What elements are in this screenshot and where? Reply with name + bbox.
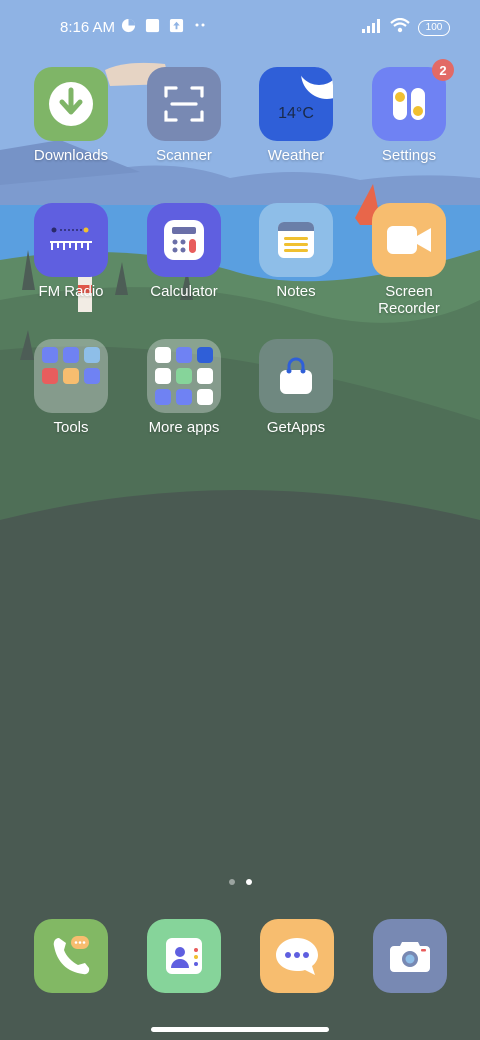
message-icon (276, 938, 318, 975)
scanner-icon (147, 67, 221, 141)
notification-badge: 2 (432, 59, 454, 81)
settings-icon: 2 (372, 59, 454, 141)
page-dot-active[interactable] (245, 879, 252, 885)
mini-app-icon (197, 347, 213, 363)
app-settings[interactable]: 2 Settings (354, 59, 464, 164)
camera-icon (390, 942, 430, 972)
page-indicator[interactable] (0, 879, 480, 885)
square-notification-icon (144, 17, 160, 33)
data-saver-icon (120, 17, 136, 33)
mini-app-icon (42, 347, 58, 363)
mini-app-icon (155, 389, 171, 405)
mini-app-icon (176, 368, 192, 384)
dock-camera[interactable] (373, 919, 447, 993)
app-label: Tools (53, 419, 89, 436)
app-getapps[interactable]: GetApps (241, 339, 351, 436)
app-label: Downloads (33, 147, 109, 164)
status-time: 8:16 AM (60, 19, 116, 36)
dock-messages[interactable] (260, 919, 334, 993)
upload-notification-icon (168, 17, 184, 33)
app-scanner[interactable]: Scanner (129, 67, 239, 164)
wifi-icon (390, 17, 410, 37)
app-screen-recorder[interactable]: Screen Recorder (354, 203, 464, 317)
mini-app-icon (197, 368, 213, 384)
folder-app-grid (42, 347, 100, 405)
app-label: More apps (148, 419, 220, 436)
more-notifications-icon (192, 17, 208, 33)
folder-app-grid (155, 347, 213, 405)
status-bar: 8:16 AM 100 (0, 0, 480, 56)
mini-app-icon (197, 389, 213, 405)
mini-app-icon (155, 347, 171, 363)
dock-contacts[interactable] (147, 919, 221, 993)
app-downloads[interactable]: Downloads (16, 67, 126, 164)
weather-icon: 14°C (259, 67, 333, 141)
mini-app-icon (84, 368, 100, 384)
system-status: 100 (362, 17, 450, 37)
app-label: Settings (381, 147, 437, 164)
folder-icon (34, 339, 108, 413)
mini-app-icon (176, 347, 192, 363)
folder-more-apps[interactable]: More apps (129, 339, 239, 436)
download-icon (34, 67, 108, 141)
app-label: GetApps (266, 419, 326, 436)
app-notes[interactable]: Notes (241, 203, 351, 300)
mini-app-icon (42, 368, 58, 384)
notes-icon (259, 203, 333, 277)
weather-temperature: 14°C (278, 105, 314, 122)
page-dot[interactable] (228, 879, 235, 885)
folder-tools[interactable]: Tools (16, 339, 126, 436)
battery-icon: 100 (418, 19, 450, 36)
radio-icon (34, 203, 108, 277)
app-label: Weather (267, 147, 325, 164)
shopping-bag-icon (259, 339, 333, 413)
home-gesture-bar[interactable] (151, 1027, 329, 1032)
app-fm-radio[interactable]: FM Radio (16, 203, 126, 300)
mini-app-icon (84, 347, 100, 363)
dock-phone[interactable] (34, 919, 108, 993)
app-label: Notes (276, 283, 316, 300)
folder-icon (147, 339, 221, 413)
app-calculator[interactable]: Calculator (129, 203, 239, 300)
phone-icon (53, 936, 90, 975)
calculator-icon (147, 203, 221, 277)
notification-icons (120, 17, 208, 33)
mini-app-icon (176, 389, 192, 405)
app-label: FM Radio (38, 283, 104, 300)
video-camera-icon (372, 203, 446, 277)
mini-app-icon (155, 368, 171, 384)
app-label: Screen Recorder (378, 283, 440, 317)
mini-app-icon (63, 347, 79, 363)
mini-app-icon (63, 368, 79, 384)
signal-icon (362, 18, 382, 37)
app-label: Scanner (156, 147, 212, 164)
app-label: Calculator (150, 283, 218, 300)
contacts-icon (166, 938, 202, 974)
app-weather[interactable]: 14°C Weather (241, 67, 351, 164)
